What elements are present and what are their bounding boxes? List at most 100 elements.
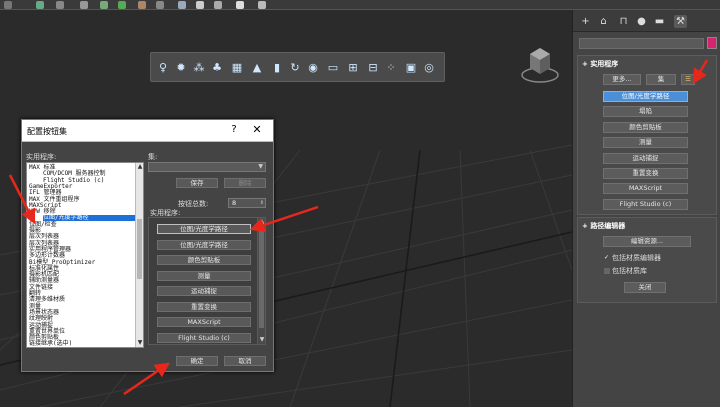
rotate-icon[interactable]: ↻	[289, 62, 301, 74]
utility-list-item[interactable]: 实用程序管理器	[29, 246, 71, 253]
grid-icon[interactable]: ⊞	[347, 62, 359, 74]
utility-list-item[interactable]: 层次列表器	[29, 234, 59, 240]
dialog-titlebar[interactable]: 配置按钮集 ? ✕	[22, 120, 273, 142]
help-button[interactable]: ?	[227, 124, 241, 135]
scroll-up-icon[interactable]: ▲	[136, 163, 143, 171]
slots-scrollbar[interactable]: ▲ ▼	[257, 218, 265, 344]
utility-list-item[interactable]: 颜色剪贴板	[29, 335, 59, 341]
utility-list-item[interactable]: 位图/光度学路径	[43, 215, 139, 222]
utility-list-item[interactable]: 重置世界单位	[29, 328, 65, 335]
utility-list-item[interactable]: 翻转	[29, 291, 41, 297]
toolbar-icon[interactable]	[80, 1, 88, 9]
utility-list-item[interactable]: 清理多维材质	[29, 297, 65, 303]
slot-button[interactable]: Flight Studio (c)	[157, 332, 251, 343]
particles-icon[interactable]: ⁘	[385, 62, 397, 74]
delete-button[interactable]: 删除	[224, 178, 266, 188]
toolbar-icon[interactable]	[178, 1, 186, 9]
motion-icon[interactable]: ●	[635, 15, 648, 28]
toolbar-icon[interactable]	[236, 1, 244, 9]
toolbar-icon[interactable]	[196, 1, 204, 9]
edit-resources-button[interactable]: 编辑资源...	[603, 236, 691, 247]
utility-list-item[interactable]: Flight Studio (c)	[43, 177, 104, 184]
close-icon[interactable]: ✕	[250, 123, 264, 136]
object-name-field[interactable]	[579, 38, 704, 49]
hierarchy-icon[interactable]: ⊓	[617, 15, 630, 28]
spinner-arrows-icon[interactable]: ⇕	[260, 199, 264, 207]
utility-button[interactable]: 颜色剪贴板	[603, 121, 688, 133]
cancel-button[interactable]: 取消	[224, 356, 266, 366]
utility-list-item[interactable]: IFL 管理器	[29, 190, 61, 196]
include-material-editor-checkbox[interactable]: ✓ 包括材质编辑器	[604, 253, 661, 263]
slot-button[interactable]: 位图/光度学路径	[157, 224, 251, 234]
slot-button[interactable]: 位图/光度学路径	[157, 239, 251, 250]
table-icon[interactable]: ▦	[231, 62, 243, 74]
scroll-up-icon[interactable]: ▲	[258, 218, 266, 226]
toolbar-icon[interactable]	[118, 1, 126, 9]
close-button[interactable]: 关闭	[624, 282, 666, 293]
modify-icon[interactable]: ⌂	[597, 15, 610, 28]
save-button[interactable]: 保存	[176, 178, 218, 188]
slot-button[interactable]: 颜色剪贴板	[157, 255, 251, 265]
scroll-down-icon[interactable]: ▼	[136, 339, 143, 347]
utility-list-item[interactable]: 辅助测量器	[29, 278, 59, 284]
viewcube-icon[interactable]	[518, 42, 562, 86]
utility-list-item[interactable]: 标准化属性	[29, 265, 59, 272]
utility-list-item[interactable]: 运动捕捉	[29, 322, 53, 329]
toolbar-icon[interactable]	[258, 1, 266, 9]
total-buttons-spinner[interactable]: 8 ⇕	[228, 198, 266, 208]
utility-list-item[interactable]: 测量	[29, 303, 41, 310]
scroll-thumb[interactable]	[259, 228, 264, 328]
document-icon[interactable]: ▮	[271, 62, 283, 74]
trees-icon[interactable]: ♣	[211, 62, 223, 74]
display-icon[interactable]: ▬	[653, 15, 666, 28]
scroll-down-icon[interactable]: ▼	[258, 336, 266, 344]
slot-button[interactable]: 运动捕捉	[157, 286, 251, 296]
sun-icon[interactable]: ✹	[175, 62, 187, 74]
toolbar-icon[interactable]	[4, 1, 12, 9]
eye-icon[interactable]: ◎	[423, 62, 435, 74]
utility-list-item[interactable]: 位图/检查	[29, 221, 57, 228]
utility-button[interactable]: 重置变换	[603, 168, 688, 179]
include-material-library-checkbox[interactable]: 包括材质库	[604, 266, 647, 276]
utility-button[interactable]: 位图/光度学路径	[603, 91, 688, 102]
toolbar-icon[interactable]	[56, 1, 64, 9]
toolbar-icon[interactable]	[36, 1, 44, 9]
light-bulb-icon[interactable]: ♀	[157, 62, 169, 74]
utility-list-item[interactable]: MAXScript	[29, 202, 62, 209]
slot-button[interactable]: MAXScript	[157, 317, 251, 327]
toolbar-icon[interactable]	[138, 1, 146, 9]
utility-list-item[interactable]: MAX 文件重组程序	[29, 196, 79, 203]
lights-icon[interactable]: ⁂	[193, 62, 205, 74]
slot-button[interactable]: 测量	[157, 270, 251, 281]
utilities-rollout-title[interactable]: + 实用程序	[582, 59, 618, 69]
utility-list-item[interactable]: 链接继承(选中)	[29, 341, 72, 347]
scroll-thumb[interactable]	[137, 219, 142, 279]
globe-icon[interactable]: ◉	[307, 62, 319, 74]
utility-list-item[interactable]: 层次列表器	[29, 240, 59, 247]
toolbar-icon[interactable]	[156, 1, 164, 9]
render-frame-icon[interactable]: ▣	[405, 62, 417, 74]
utility-list-item[interactable]: 多边形计数器	[29, 253, 65, 259]
utility-list-item[interactable]: MAX 标准	[29, 165, 55, 171]
utility-list-item[interactable]: 摄影机匹配	[29, 272, 59, 278]
utility-list-item[interactable]: 纹理映射	[29, 316, 53, 322]
utility-list-item[interactable]: GameExporter	[29, 183, 72, 190]
utility-list-item[interactable]: 摄影	[29, 228, 41, 234]
utility-button[interactable]: 运动捕捉	[603, 152, 688, 164]
toolbar-icon[interactable]	[214, 1, 222, 9]
utility-button[interactable]: 测量	[603, 137, 688, 149]
path-editor-title[interactable]: + 路径编辑器	[582, 221, 625, 231]
object-color-swatch[interactable]	[707, 37, 717, 49]
utility-list-item[interactable]: COM/DCOM 服务器控制	[43, 171, 106, 177]
more-button[interactable]: 更多...	[603, 74, 641, 85]
utility-button[interactable]: 塌陷	[603, 106, 688, 118]
sets-button[interactable]: 集	[646, 74, 676, 85]
slot-button[interactable]: 重置变换	[157, 301, 251, 312]
utility-button[interactable]: MAXScript	[603, 183, 688, 195]
utility-list-item[interactable]: Bi模型 ProOptimizer	[29, 259, 95, 266]
utility-list-item[interactable]: 文件链接	[29, 284, 53, 291]
utility-button[interactable]: Flight Studio (c)	[603, 198, 688, 210]
utility-list-item[interactable]: UVW 移除	[29, 209, 55, 215]
configure-sets-icon[interactable]: ☰	[681, 74, 695, 85]
sets-dropdown[interactable]: ▼	[148, 162, 266, 172]
